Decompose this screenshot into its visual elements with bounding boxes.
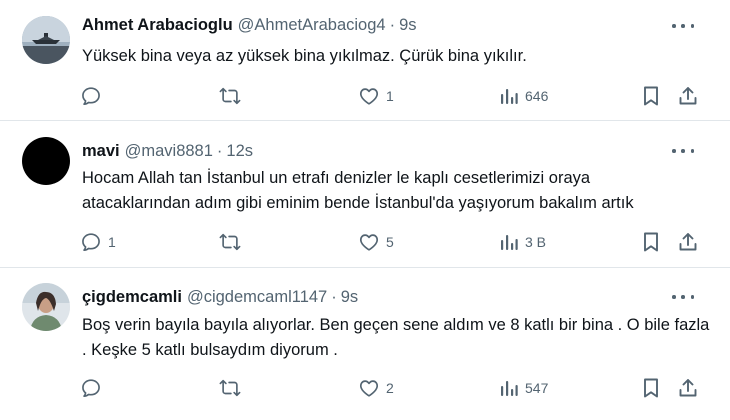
views-button[interactable]: 646 — [499, 83, 548, 109]
bookmark-icon — [641, 231, 661, 253]
tweet-actions: 2 547 — [0, 375, 730, 401]
like-count: 5 — [386, 234, 394, 250]
reply-button[interactable] — [80, 83, 108, 109]
tweet[interactable]: mavi @mavi8881 · 12s Hocam Allah tan İst… — [0, 121, 730, 268]
timestamp[interactable]: 9s — [341, 288, 358, 307]
more-icon[interactable] — [672, 142, 694, 160]
heart-icon — [358, 231, 380, 253]
tweet[interactable]: Ahmet Arabacioglu @AhmetArabaciog4 · 9s … — [0, 0, 730, 121]
author-handle[interactable]: @mavi8881 — [125, 142, 213, 161]
reply-icon — [80, 85, 102, 107]
share-icon — [677, 377, 699, 399]
retweet-button[interactable] — [218, 375, 248, 401]
like-count: 2 — [386, 380, 394, 396]
like-count: 1 — [386, 88, 394, 104]
reply-icon — [80, 231, 102, 253]
views-button[interactable]: 3 B — [499, 229, 546, 255]
tweet-header: mavi @mavi8881 · 12s — [82, 140, 253, 162]
author-handle[interactable]: @AhmetArabaciog4 — [238, 16, 386, 35]
retweet-icon — [218, 85, 242, 107]
avatar[interactable] — [22, 16, 70, 64]
share-button[interactable] — [677, 229, 699, 255]
share-button[interactable] — [677, 375, 699, 401]
tweet-text: Hocam Allah tan İstanbul un etrafı deniz… — [82, 169, 634, 212]
tweet-actions: 1 5 3 B — [0, 229, 730, 255]
avatar[interactable] — [22, 137, 70, 185]
timestamp[interactable]: 12s — [226, 142, 253, 161]
share-icon — [677, 85, 699, 107]
author-name[interactable]: çigdemcamli — [82, 288, 182, 307]
retweet-icon — [218, 377, 242, 399]
like-button[interactable]: 1 — [358, 83, 394, 109]
retweet-icon — [218, 231, 242, 253]
reply-button[interactable]: 1 — [80, 229, 116, 255]
heart-icon — [358, 85, 380, 107]
tweet[interactable]: çigdemcamli @cigdemcaml1147 · 9s Boş ver… — [0, 268, 730, 420]
retweet-button[interactable] — [218, 83, 248, 109]
reply-button[interactable] — [80, 375, 108, 401]
share-icon — [677, 231, 699, 253]
tweet-header: çigdemcamli @cigdemcaml1147 · 9s — [82, 286, 358, 308]
heart-icon — [358, 377, 380, 399]
author-name[interactable]: mavi — [82, 142, 120, 161]
reply-icon — [80, 377, 102, 399]
timestamp[interactable]: 9s — [399, 16, 416, 35]
bookmark-icon — [641, 377, 661, 399]
more-icon[interactable] — [672, 288, 694, 306]
bookmark-button[interactable] — [641, 83, 661, 109]
views-icon — [499, 378, 519, 398]
like-button[interactable]: 5 — [358, 229, 394, 255]
views-count: 3 B — [525, 234, 547, 250]
tweet-text: Boş verin bayıla bayıla alıyorlar. Ben g… — [82, 316, 710, 359]
more-icon[interactable] — [672, 17, 694, 35]
avatar[interactable] — [22, 283, 70, 331]
tweet-timeline: Ahmet Arabacioglu @AhmetArabaciog4 · 9s … — [0, 0, 730, 420]
bookmark-button[interactable] — [641, 375, 661, 401]
tweet-text: Yüksek bina veya az yüksek bina yıkılmaz… — [82, 47, 527, 65]
views-count: 646 — [525, 88, 549, 104]
bookmark-button[interactable] — [641, 229, 661, 255]
bookmark-icon — [641, 85, 661, 107]
share-button[interactable] — [677, 83, 699, 109]
views-button[interactable]: 547 — [499, 375, 548, 401]
views-count: 547 — [525, 380, 549, 396]
like-button[interactable]: 2 — [358, 375, 394, 401]
reply-count: 1 — [108, 234, 116, 250]
separator: · — [216, 141, 223, 160]
retweet-button[interactable] — [218, 229, 248, 255]
tweet-header: Ahmet Arabacioglu @AhmetArabaciog4 · 9s — [82, 14, 417, 36]
author-handle[interactable]: @cigdemcaml1147 — [187, 288, 327, 307]
views-icon — [499, 86, 519, 106]
separator: · — [331, 287, 337, 306]
separator: · — [389, 15, 396, 34]
author-name[interactable]: Ahmet Arabacioglu — [82, 16, 233, 35]
tweet-actions: 1 646 — [0, 83, 730, 109]
views-icon — [499, 232, 519, 252]
